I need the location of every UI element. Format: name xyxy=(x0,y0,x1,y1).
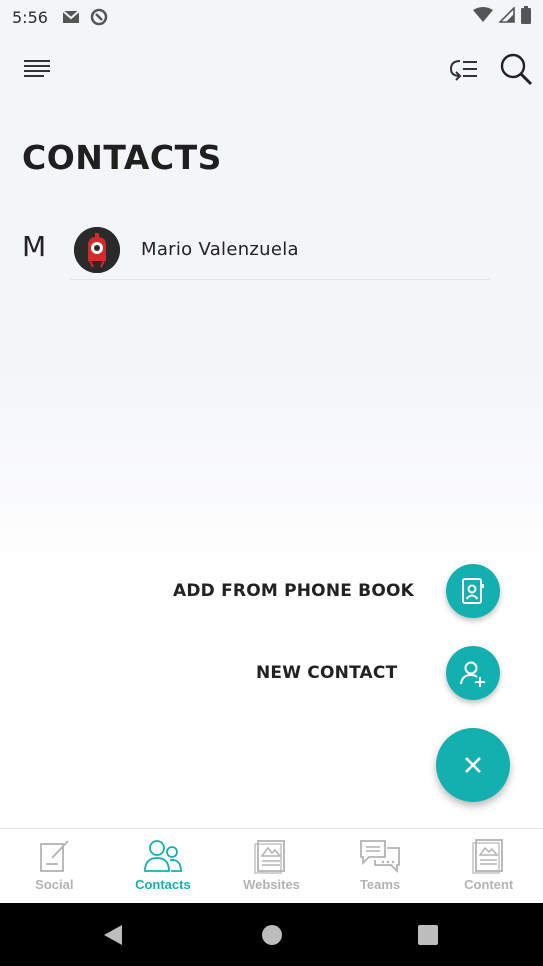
contact-name: Mario Valenzuela xyxy=(141,239,299,260)
nav-label-contacts: Contacts xyxy=(135,877,191,892)
add-from-phone-book-button[interactable] xyxy=(446,564,500,618)
nav-label-websites: Websites xyxy=(243,877,300,892)
list-item[interactable]: Mario Valenzuela xyxy=(70,220,490,280)
nav-label-content: Content xyxy=(464,877,514,892)
chat-icon xyxy=(360,840,400,874)
nav-item-social[interactable]: Social xyxy=(0,829,109,903)
status-time: 5:56 xyxy=(12,7,48,27)
people-icon xyxy=(143,840,182,872)
system-nav-bar xyxy=(0,903,543,966)
nav-item-teams[interactable]: Teams xyxy=(326,829,435,903)
add-from-phone-book-label[interactable]: ADD FROM PHONE BOOK xyxy=(173,581,414,601)
gmail-icon xyxy=(62,10,80,24)
back-icon[interactable] xyxy=(103,924,123,951)
document-icon xyxy=(472,839,503,874)
battery-icon xyxy=(521,6,531,29)
close-icon xyxy=(465,757,481,773)
nav-label-social: Social xyxy=(35,877,74,892)
contact-book-icon xyxy=(462,578,484,604)
sync-icon xyxy=(90,8,108,26)
app-bar xyxy=(0,48,543,92)
signal-icon xyxy=(498,6,515,28)
bottom-nav: Social Contacts Websites Teams Content xyxy=(0,828,543,903)
recents-icon[interactable] xyxy=(418,925,438,950)
edit-icon xyxy=(40,840,69,872)
nav-item-content[interactable]: Content xyxy=(434,829,543,903)
page-title: CONTACTS xyxy=(22,138,222,177)
status-bar: 5:56 xyxy=(0,0,543,34)
section-letter: M xyxy=(22,230,47,263)
new-contact-label[interactable]: NEW CONTACT xyxy=(256,663,397,683)
website-icon xyxy=(254,840,286,874)
add-person-icon xyxy=(460,661,485,687)
wifi-icon xyxy=(473,7,493,28)
nav-label-teams: Teams xyxy=(359,877,401,892)
new-contact-button[interactable] xyxy=(446,646,500,700)
home-icon[interactable] xyxy=(261,924,283,951)
nav-item-websites[interactable]: Websites xyxy=(217,829,326,903)
nav-item-contacts[interactable]: Contacts xyxy=(109,829,218,903)
close-fab-button[interactable] xyxy=(436,728,510,802)
search-icon[interactable] xyxy=(498,51,534,87)
menu-icon[interactable] xyxy=(22,56,52,82)
sort-icon[interactable] xyxy=(448,54,480,84)
avatar xyxy=(74,226,120,273)
